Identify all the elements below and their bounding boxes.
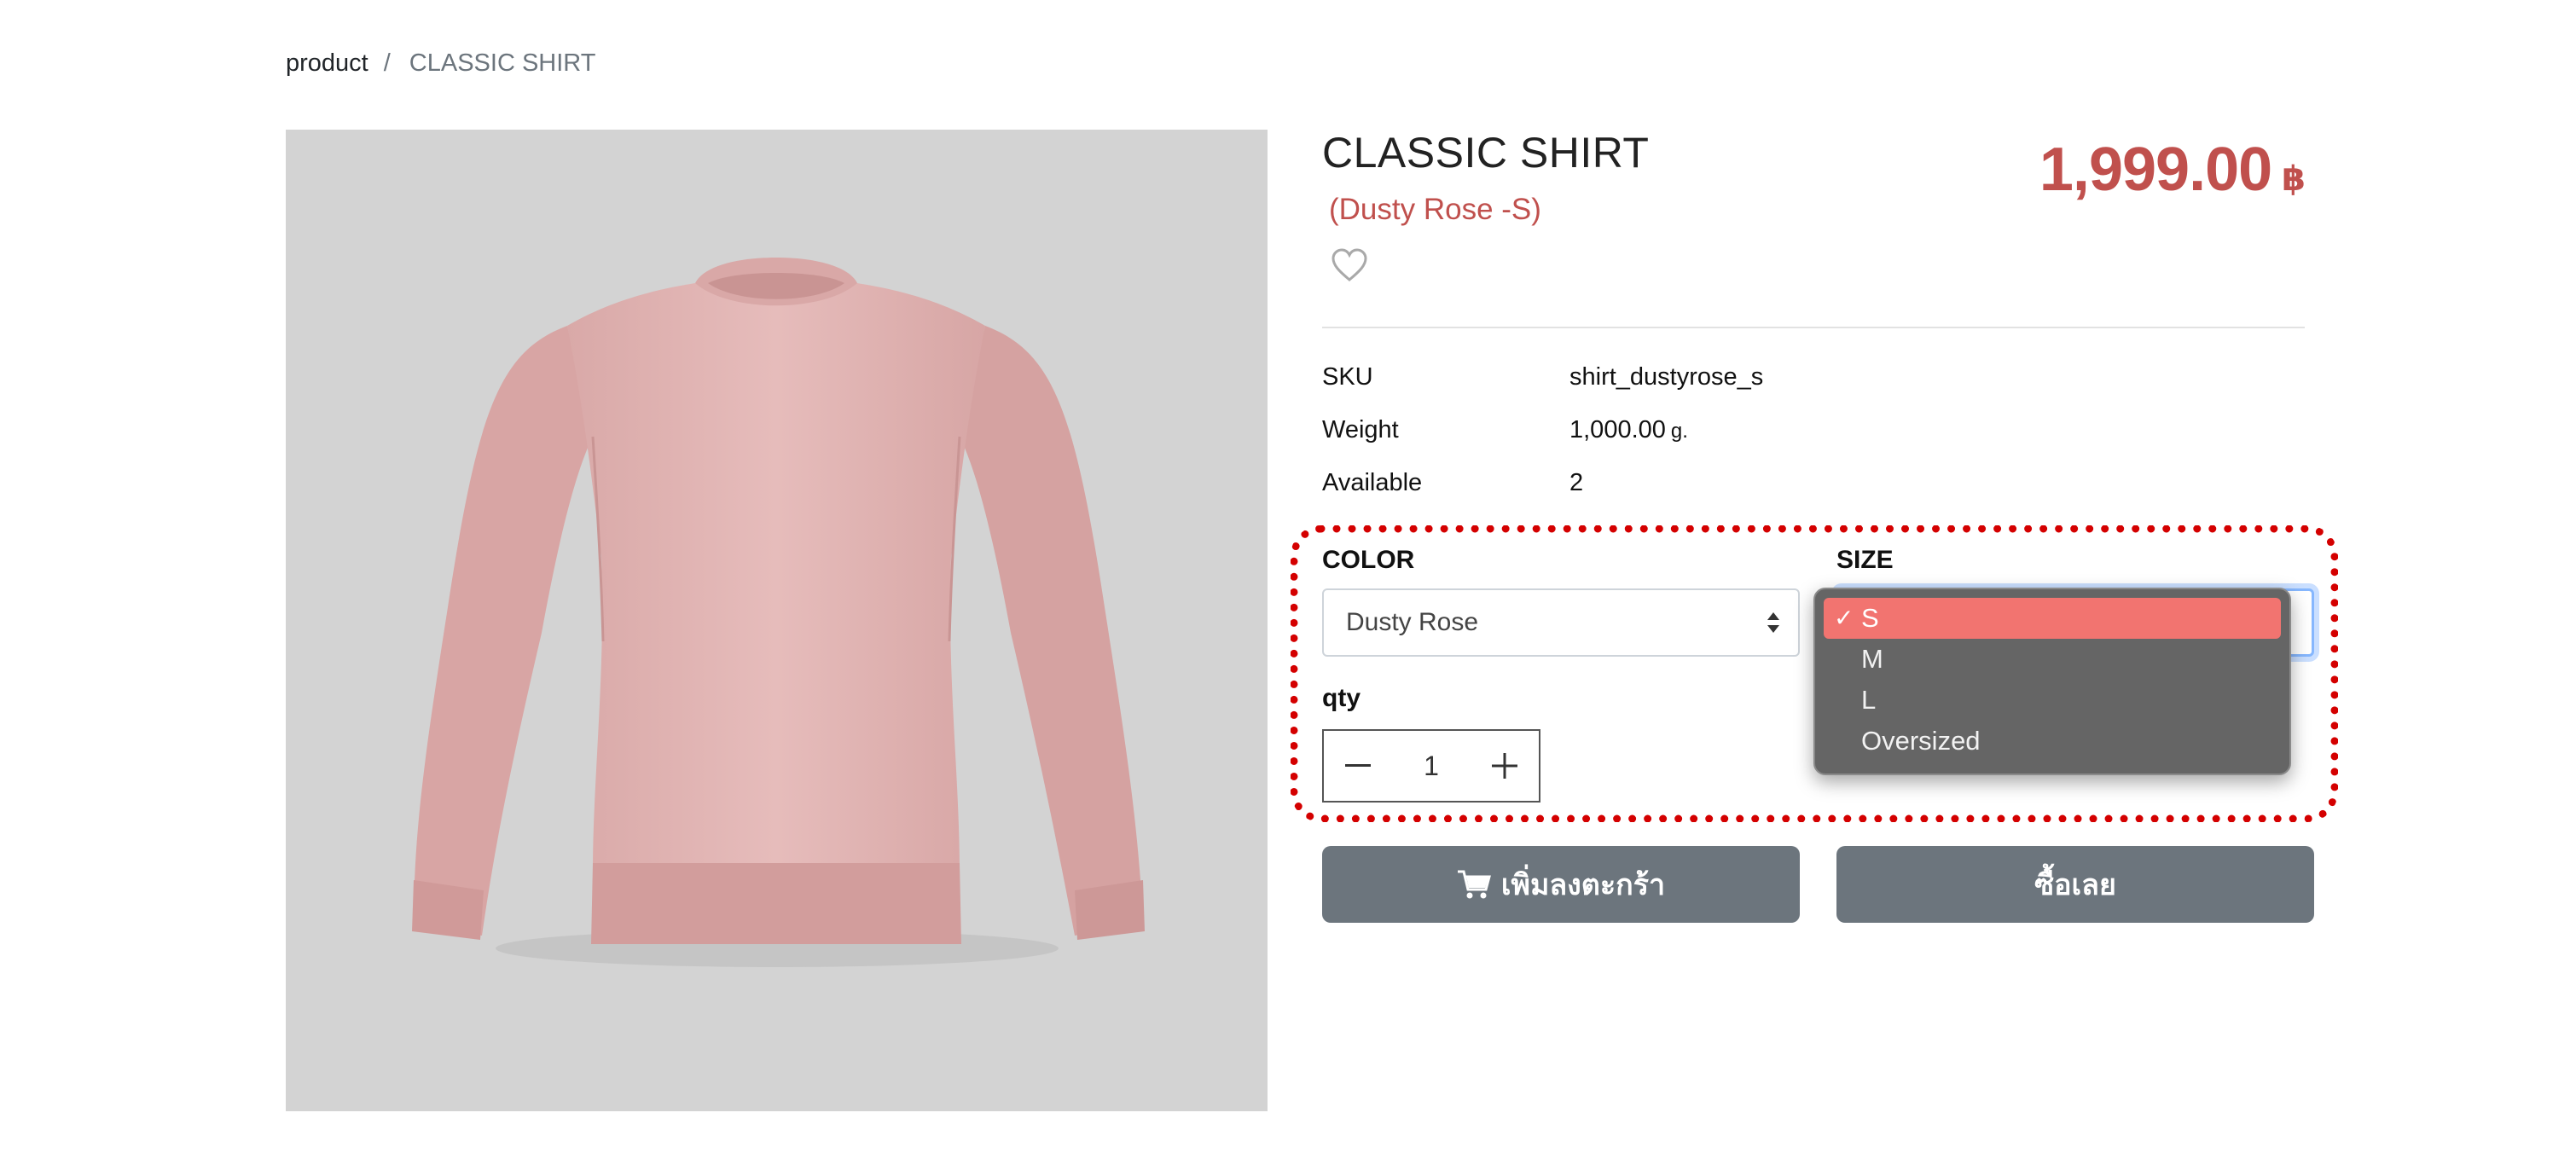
plus-icon <box>1492 753 1517 779</box>
color-label: COLOR <box>1322 546 1415 574</box>
buy-now-label: ซื้อเลย <box>2034 869 2116 901</box>
buy-now-button[interactable]: ซื้อเลย <box>1836 846 2314 923</box>
divider <box>1322 327 2305 328</box>
breadcrumb-separator: / <box>383 49 391 77</box>
spec-value: 2 <box>1569 469 1584 496</box>
checkmark-icon: ✓ <box>1834 605 1854 631</box>
breadcrumb: product / CLASSIC SHIRT <box>286 49 595 78</box>
size-option-s[interactable]: ✓ S <box>1824 598 2281 639</box>
size-option-oversized[interactable]: Oversized <box>1824 721 2281 762</box>
product-page: product / CLASSIC SHIRT CLASSIC SHIRT (D… <box>0 0 2576 1159</box>
size-label: SIZE <box>1836 546 1894 574</box>
spec-table: SKU shirt_dustyrose_s Weight 1,000.00 g. … <box>1322 358 2305 517</box>
color-select[interactable]: Dusty Rose <box>1322 588 1800 657</box>
size-dropdown-list: ✓ S M L Oversized <box>1813 588 2291 775</box>
spec-row-sku: SKU shirt_dustyrose_s <box>1322 358 2305 411</box>
breadcrumb-current: CLASSIC SHIRT <box>409 49 596 77</box>
cart-icon <box>1457 870 1491 899</box>
spec-key: SKU <box>1322 363 1373 391</box>
color-select-value: Dusty Rose <box>1346 608 1479 636</box>
spec-value: 1,000.00 g. <box>1569 416 1688 443</box>
product-image <box>286 130 1268 1111</box>
spec-row-available: Available 2 <box>1322 464 2305 517</box>
quantity-stepper: 1 <box>1322 729 1540 803</box>
qty-input[interactable]: 1 <box>1392 750 1471 782</box>
select-arrows-icon <box>1767 612 1779 633</box>
sweatshirt-illustration <box>412 258 1145 967</box>
variant-subtitle: (Dusty Rose -S) <box>1329 193 1541 226</box>
add-to-cart-label: เพิ่มลงตะกร้า <box>1500 869 1666 901</box>
spec-key: Weight <box>1322 416 1399 443</box>
size-option-m[interactable]: M <box>1824 639 2281 680</box>
breadcrumb-product-link[interactable]: product <box>286 49 368 78</box>
price-amount: 1,999.00 <box>2039 136 2272 204</box>
spec-value: shirt_dustyrose_s <box>1569 363 1764 391</box>
spec-unit: g. <box>1670 420 1688 443</box>
product-price: 1,999.00 ฿ <box>2039 135 2306 205</box>
add-to-cart-button[interactable]: เพิ่มลงตะกร้า <box>1322 846 1800 923</box>
spec-key: Available <box>1322 469 1423 496</box>
product-info: CLASSIC SHIRT (Dusty Rose -S) 1,999.00 ฿… <box>1322 0 2306 1159</box>
spec-row-weight: Weight 1,000.00 g. <box>1322 411 2305 464</box>
heart-outline-icon[interactable] <box>1331 247 1368 283</box>
product-title: CLASSIC SHIRT <box>1322 129 1650 177</box>
qty-label: qty <box>1322 684 1361 712</box>
qty-decrease-button[interactable] <box>1324 731 1392 801</box>
size-option-l[interactable]: L <box>1824 680 2281 721</box>
minus-icon <box>1345 764 1371 767</box>
currency-symbol: ฿ <box>2282 160 2306 198</box>
qty-increase-button[interactable] <box>1471 731 1539 801</box>
